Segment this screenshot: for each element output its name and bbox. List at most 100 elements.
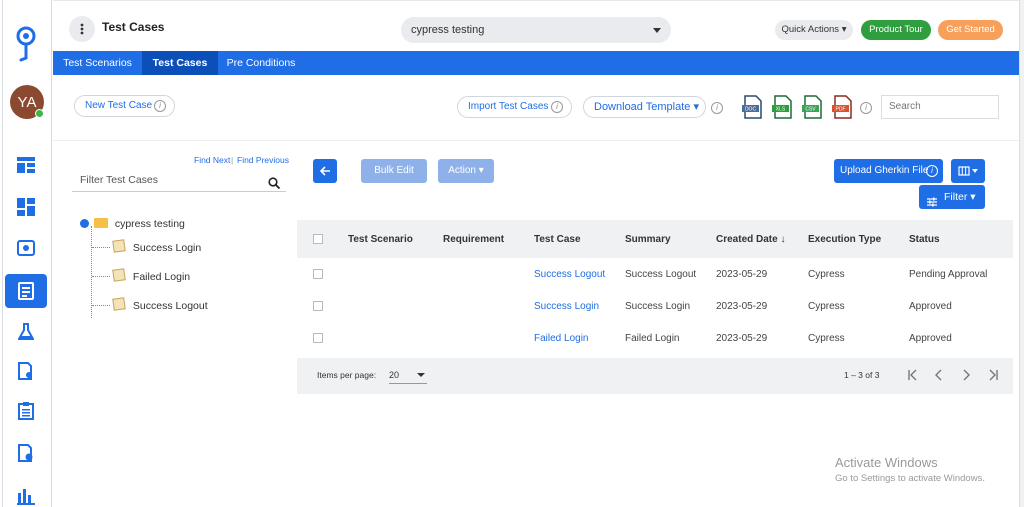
info-icon[interactable]: i (154, 100, 166, 112)
find-previous-link[interactable]: Find Previous (237, 155, 289, 165)
table-row[interactable]: Success Logout Success Logout 2023-05-29… (297, 258, 1013, 290)
widgets-icon[interactable] (14, 195, 38, 219)
get-started-button[interactable]: Get Started (938, 20, 1003, 40)
doc-template-icon[interactable]: DOC (741, 95, 763, 119)
tab-test-scenarios[interactable]: Test Scenarios (53, 51, 142, 75)
tree-connector (92, 305, 110, 306)
upload-gherkin-label: Upload Gherkin File (840, 165, 929, 176)
clipboard-icon[interactable] (14, 399, 38, 423)
cell-test-case-link[interactable]: Success Login (534, 301, 599, 312)
cell-execution-type: Cypress (808, 333, 845, 344)
info-icon[interactable]: i (926, 165, 938, 177)
action-dropdown-button[interactable]: Action ▾ (438, 159, 494, 183)
collapse-icon[interactable] (80, 219, 89, 228)
column-header[interactable]: Test Case (534, 234, 581, 245)
search-input[interactable]: Search (881, 95, 999, 119)
upload-gherkin-button[interactable]: Upload Gherkin File i (834, 159, 943, 183)
info-icon[interactable]: i (860, 102, 872, 114)
svg-text:PDF: PDF (836, 107, 846, 113)
tree-item[interactable]: Success Logout (112, 297, 208, 313)
last-page-icon[interactable] (984, 366, 1002, 384)
filter-sliders-icon (927, 192, 937, 216)
bar-chart-icon[interactable] (14, 484, 38, 507)
filter-button[interactable]: Filter ▾ (919, 185, 985, 209)
cell-status: Approved (909, 333, 952, 344)
tab-test-cases[interactable]: Test Cases (142, 51, 218, 75)
find-next-link[interactable]: Find Next (194, 155, 230, 165)
project-select-value: cypress testing (411, 24, 485, 36)
table-row[interactable]: Failed Login Failed Login 2023-05-29 Cyp… (297, 322, 1013, 354)
test-file-icon (112, 239, 126, 253)
filter-placeholder: Filter Test Cases (80, 174, 158, 186)
kebab-menu-icon[interactable] (69, 16, 95, 42)
document-settings-icon[interactable] (14, 441, 38, 465)
csv-template-icon[interactable]: CSV (801, 95, 823, 119)
user-avatar[interactable]: YA (10, 85, 44, 119)
column-header[interactable]: Test Scenario (348, 234, 413, 245)
tab-bar: Test Scenarios Test Cases Pre Conditions (53, 51, 1019, 75)
items-per-page-label: Items per page: (317, 370, 377, 380)
search-icon[interactable] (268, 174, 281, 198)
import-test-cases-button[interactable]: Import Test Cases i (457, 96, 572, 118)
column-header[interactable]: Status (909, 234, 940, 245)
flask-icon[interactable] (14, 320, 38, 344)
bulk-edit-button[interactable]: Bulk Edit (361, 159, 427, 183)
activate-windows-subtitle: Go to Settings to activate Windows. (835, 473, 985, 484)
new-test-case-button[interactable]: New Test Case i (74, 95, 175, 117)
cell-summary: Success Login (625, 301, 691, 312)
row-checkbox[interactable] (313, 333, 323, 343)
tree-root-node[interactable]: cypress testing (80, 217, 185, 230)
download-template-button[interactable]: Download Template ▾ (583, 96, 706, 118)
row-checkbox[interactable] (313, 269, 323, 279)
column-header[interactable]: Execution Type (808, 234, 881, 245)
table-row[interactable]: Success Login Success Login 2023-05-29 C… (297, 290, 1013, 322)
settings-gear-icon[interactable] (14, 236, 38, 260)
info-icon[interactable]: i (711, 102, 723, 114)
filter-test-cases-input[interactable]: Filter Test Cases (72, 168, 286, 192)
select-all-checkbox[interactable] (313, 234, 323, 244)
column-header-sorted[interactable]: Created Date ↓ (716, 234, 785, 245)
page-size-select[interactable]: 20 (389, 366, 427, 384)
tab-pre-conditions[interactable]: Pre Conditions (218, 51, 304, 75)
app-logo-icon[interactable] (14, 26, 38, 62)
cell-created-date: 2023-05-29 (716, 333, 768, 344)
page-title: Test Cases (102, 20, 165, 34)
document-search-icon[interactable] (14, 359, 38, 383)
cell-execution-type: Cypress (808, 269, 845, 280)
sort-down-arrow-icon: ↓ (780, 234, 786, 245)
quick-actions-label: Quick Actions (781, 24, 840, 35)
online-status-dot (35, 109, 44, 118)
scrollbar-track[interactable] (1019, 0, 1024, 507)
project-select[interactable]: cypress testing (401, 17, 671, 43)
quick-actions-button[interactable]: Quick Actions ▾ (775, 20, 853, 40)
tree-root-label: cypress testing (114, 218, 185, 230)
pdf-template-icon[interactable]: PDF (831, 95, 853, 119)
cell-summary: Failed Login (625, 333, 680, 344)
first-page-icon[interactable] (904, 366, 922, 384)
table-header: Test Scenario Requirement Test Case Summ… (297, 220, 1013, 258)
dashboard-icon[interactable] (14, 153, 38, 177)
cell-status: Approved (909, 301, 952, 312)
tree-item[interactable]: Success Login (112, 239, 201, 255)
test-cases-icon[interactable] (5, 274, 47, 308)
cell-test-case-link[interactable]: Failed Login (534, 333, 588, 344)
find-separator: | (231, 155, 234, 165)
tree-connector (92, 247, 110, 248)
tree-item[interactable]: Failed Login (112, 268, 190, 284)
arrow-left-icon (319, 166, 330, 176)
info-icon[interactable]: i (551, 101, 563, 113)
product-tour-button[interactable]: Product Tour (861, 20, 931, 40)
cell-test-case-link[interactable]: Success Logout (534, 269, 605, 280)
row-checkbox[interactable] (313, 301, 323, 311)
previous-page-icon[interactable] (930, 366, 948, 384)
next-page-icon[interactable] (957, 366, 975, 384)
column-picker-button[interactable] (951, 159, 985, 183)
xlsx-template-icon[interactable]: XLS (771, 95, 793, 119)
action-label: Action (448, 165, 476, 176)
column-header[interactable]: Summary (625, 234, 671, 245)
cell-execution-type: Cypress (808, 301, 845, 312)
column-header[interactable]: Requirement (443, 234, 504, 245)
back-button[interactable] (313, 159, 337, 183)
new-test-case-label: New Test Case (85, 100, 153, 111)
folder-icon (93, 218, 108, 228)
